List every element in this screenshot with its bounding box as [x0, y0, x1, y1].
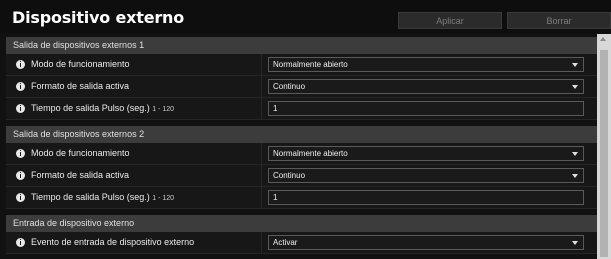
mode-select-output-2[interactable]: Normalmente abierto [268, 146, 584, 161]
row-mode-output-1: Modo de funcionamiento Normalmente abier… [6, 54, 597, 76]
select-value: Continuo [273, 171, 306, 180]
info-icon[interactable] [16, 149, 25, 158]
format-label: Formato de salida activa [31, 81, 130, 91]
pulse-label-text: Tiempo de salida Pulso (seg.) [31, 192, 150, 202]
info-icon[interactable] [16, 60, 25, 69]
delete-button[interactable]: Borrar [507, 12, 611, 29]
scrollbar-thumb[interactable] [600, 50, 608, 257]
row-format-output-2: Formato de salida activa Continuo [6, 165, 597, 187]
chevron-down-icon [572, 85, 578, 89]
format-select-output-1[interactable]: Continuo [268, 79, 584, 94]
select-value: Continuo [273, 82, 306, 91]
row-pulse-output-1: Tiempo de salida Pulso (seg.) 1 - 120 1 [6, 98, 597, 120]
column-divider [261, 165, 262, 186]
info-icon[interactable] [16, 104, 25, 113]
info-icon[interactable] [16, 82, 25, 91]
info-icon[interactable] [16, 193, 25, 202]
page-header: Dispositivo externo Aplicar Borrar [0, 0, 611, 33]
vertical-scrollbar[interactable] [597, 34, 611, 259]
pulse-label: Tiempo de salida Pulso (seg.) 1 - 120 [31, 187, 174, 208]
section-header-output-1: Salida de dispositivos externos 1 [6, 37, 597, 54]
pulse-range: 1 - 120 [152, 106, 175, 113]
column-divider [261, 98, 262, 119]
column-divider [261, 143, 262, 164]
mode-label: Modo de funcionamiento [31, 148, 130, 158]
mode-label: Modo de funcionamiento [31, 59, 130, 69]
select-value: Normalmente abierto [273, 60, 348, 69]
section-header-output-2: Salida de dispositivos externos 2 [6, 126, 597, 143]
scroll-up-arrow-icon[interactable] [600, 37, 606, 41]
select-value: Activar [273, 238, 298, 247]
column-divider [261, 76, 262, 97]
column-divider [261, 232, 262, 253]
chevron-down-icon [572, 152, 578, 156]
event-select[interactable]: Activar [268, 235, 584, 250]
row-mode-output-2: Modo de funcionamiento Normalmente abier… [6, 143, 597, 165]
apply-button[interactable]: Aplicar [398, 12, 502, 29]
pulse-range: 1 - 120 [152, 195, 175, 202]
pulse-label: Tiempo de salida Pulso (seg.) 1 - 120 [31, 98, 174, 119]
info-icon[interactable] [16, 238, 25, 247]
pulse-input-output-1[interactable]: 1 [268, 101, 584, 116]
row-pulse-output-2: Tiempo de salida Pulso (seg.) 1 - 120 1 [6, 187, 597, 209]
pulse-label-text: Tiempo de salida Pulso (seg.) [31, 103, 150, 113]
section-header-input: Entrada de dispositivo externo [6, 215, 597, 232]
app-window: Dispositivo externo Aplicar Borrar Salid… [0, 0, 611, 259]
chevron-down-icon [572, 241, 578, 245]
chevron-down-icon [572, 63, 578, 67]
mode-select-output-1[interactable]: Normalmente abierto [268, 57, 584, 72]
info-icon[interactable] [16, 171, 25, 180]
row-format-output-1: Formato de salida activa Continuo [6, 76, 597, 98]
settings-panel: Salida de dispositivos externos 1 Modo d… [0, 34, 597, 259]
column-divider [261, 54, 262, 75]
pulse-input-output-2[interactable]: 1 [268, 190, 584, 205]
format-label: Formato de salida activa [31, 170, 130, 180]
format-select-output-2[interactable]: Continuo [268, 168, 584, 183]
chevron-down-icon [572, 174, 578, 178]
event-label: Evento de entrada de dispositivo externo [31, 237, 195, 247]
row-input-event: Evento de entrada de dispositivo externo… [6, 232, 597, 254]
select-value: Normalmente abierto [273, 149, 348, 158]
column-divider [261, 187, 262, 208]
page-title: Dispositivo externo [12, 8, 185, 27]
